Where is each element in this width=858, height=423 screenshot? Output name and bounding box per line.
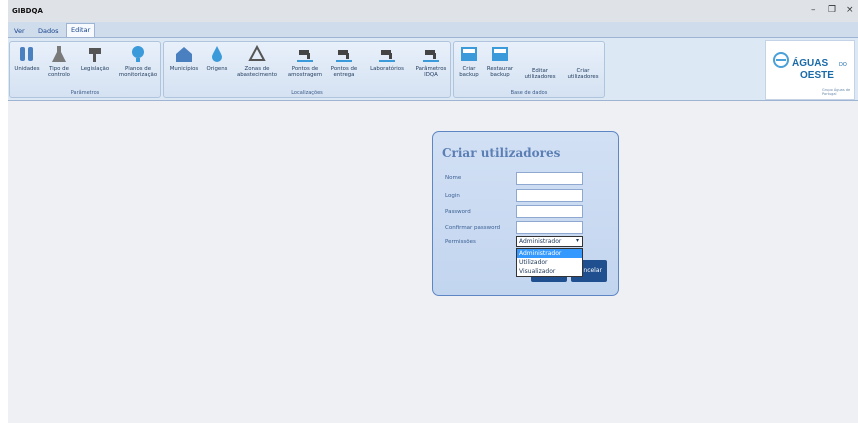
ribbon: Unidades Tipo de controlo Legislação Pla… [8, 37, 858, 101]
title-bar: GIBDQA – ❐ × [8, 0, 858, 22]
app-title: GIBDQA [12, 7, 43, 15]
database-backup-icon [461, 47, 477, 61]
confirm-password-input[interactable] [516, 221, 583, 234]
municipios-label: Municípios [169, 66, 199, 72]
ribbon-group-localizacoes: Municípios Origens Zonas de abasteciment… [163, 41, 451, 98]
nome-input[interactable] [516, 172, 583, 185]
app-window: GIBDQA – ❐ × Ver Dados Editar Unidades T… [8, 0, 858, 423]
water-tap-icon [379, 50, 395, 62]
nome-label: Nome [445, 175, 462, 181]
logo-subtitle: Grupo Águas de Portugal [822, 88, 851, 96]
logo-text-aguas: ÁGUAS [792, 58, 829, 69]
origens-button[interactable]: Origens [204, 44, 230, 72]
house-icon [176, 47, 192, 62]
restaurar-backup-label: Restaurar backup [486, 66, 514, 78]
group-label-base-de-dados: Base de dados [510, 90, 548, 96]
group-label-parametros: Parâmetros [70, 90, 100, 96]
parametros-idqa-label: Parâmetros IDQA [415, 66, 447, 78]
editar-utilizadores-label: Editar utilizadores [524, 68, 556, 80]
password-input[interactable] [516, 205, 583, 218]
planos-de-monitorizacao-button[interactable]: Planos de monitorização [116, 44, 160, 78]
option-administrador[interactable]: Administrador [517, 249, 582, 258]
gavel-icon [89, 48, 101, 62]
option-utilizador[interactable]: Utilizador [517, 258, 582, 267]
legislacao-label: Legislação [80, 66, 110, 72]
water-tap-icon [336, 50, 352, 62]
editar-utilizadores-button[interactable]: Editar utilizadores [518, 44, 562, 80]
water-tap-icon [297, 50, 313, 62]
pontos-de-entrega-label: Pontos de entrega [330, 66, 358, 78]
menu-tabs: Ver Dados Editar [8, 22, 858, 37]
ribbon-group-parametros: Unidades Tipo de controlo Legislação Pla… [9, 41, 161, 98]
logo-mark-icon [773, 52, 789, 68]
group-label-localizacoes: Localizações [291, 90, 323, 96]
origens-label: Origens [206, 66, 228, 72]
pontos-de-amostragem-label: Pontos de amostragem [287, 66, 323, 78]
criar-backup-label: Criar backup [459, 66, 479, 78]
pontos-de-amostragem-button[interactable]: Pontos de amostragem [286, 44, 324, 78]
restaurar-backup-button[interactable]: Restaurar backup [484, 44, 516, 78]
laboratorios-label: Laboratórios [370, 66, 404, 72]
flask-icon [52, 46, 66, 62]
database-restore-icon [492, 47, 508, 61]
minimize-icon[interactable]: – [811, 5, 816, 15]
parametros-idqa-button[interactable]: Parâmetros IDQA [412, 44, 450, 78]
zonas-de-abastecimento-button[interactable]: Zonas de abastecimento [230, 44, 284, 78]
logo-text-oeste: OESTE [800, 70, 834, 81]
criar-utilizadores-label: Criar utilizadores [567, 68, 599, 80]
permissions-dropdown: Administrador Utilizador Visualizador [516, 248, 583, 277]
option-visualizador[interactable]: Visualizador [517, 267, 582, 276]
criar-backup-button[interactable]: Criar backup [456, 44, 482, 78]
logo-text-do: DO [839, 62, 847, 68]
laboratorios-button[interactable]: Laboratórios [364, 44, 410, 72]
lightbulb-icon [132, 46, 144, 62]
maximize-icon[interactable]: ❐ [828, 5, 836, 15]
pontos-de-entrega-button[interactable]: Pontos de entrega [326, 44, 362, 78]
recycle-triangle-icon [248, 44, 266, 61]
water-tap-icon [423, 50, 439, 62]
municipios-button[interactable]: Municípios [166, 44, 202, 72]
permissions-label: Permissões [445, 239, 476, 245]
tab-dados[interactable]: Dados [34, 25, 62, 37]
tipo-de-controlo-button[interactable]: Tipo de controlo [44, 44, 74, 78]
legislacao-button[interactable]: Legislação [78, 44, 112, 72]
close-icon[interactable]: × [846, 5, 854, 15]
login-label: Login [445, 193, 460, 199]
dialog-title: Criar utilizadores [442, 146, 561, 160]
tipo-de-controlo-label: Tipo de controlo [48, 66, 70, 78]
permissions-select[interactable]: Administrador ▾ [516, 236, 583, 247]
unidades-label: Unidades [14, 66, 40, 72]
chevron-down-icon: ▾ [575, 237, 579, 244]
water-drop-icon [212, 46, 222, 62]
unidades-button[interactable]: Unidades [12, 44, 42, 72]
create-user-dialog: Criar utilizadores Nome Login Password C… [432, 131, 619, 296]
permissions-selected-value: Administrador [519, 238, 562, 245]
zonas-de-abastecimento-label: Zonas de abastecimento [236, 66, 278, 78]
tab-editar[interactable]: Editar [66, 23, 96, 37]
ribbon-group-base-de-dados: Criar backup Restaurar backup Editar uti… [453, 41, 605, 98]
company-logo: ÁGUAS DO OESTE Grupo Águas de Portugal [765, 40, 855, 100]
test-tubes-icon [20, 47, 33, 61]
planos-de-monitorizacao-label: Planos de monitorização [118, 66, 158, 78]
login-input[interactable] [516, 189, 583, 202]
tab-ver[interactable]: Ver [10, 25, 29, 37]
criar-utilizadores-button[interactable]: Criar utilizadores [562, 44, 604, 80]
password-label: Password [445, 209, 471, 215]
confirm-password-label: Confirmar password [445, 225, 501, 231]
